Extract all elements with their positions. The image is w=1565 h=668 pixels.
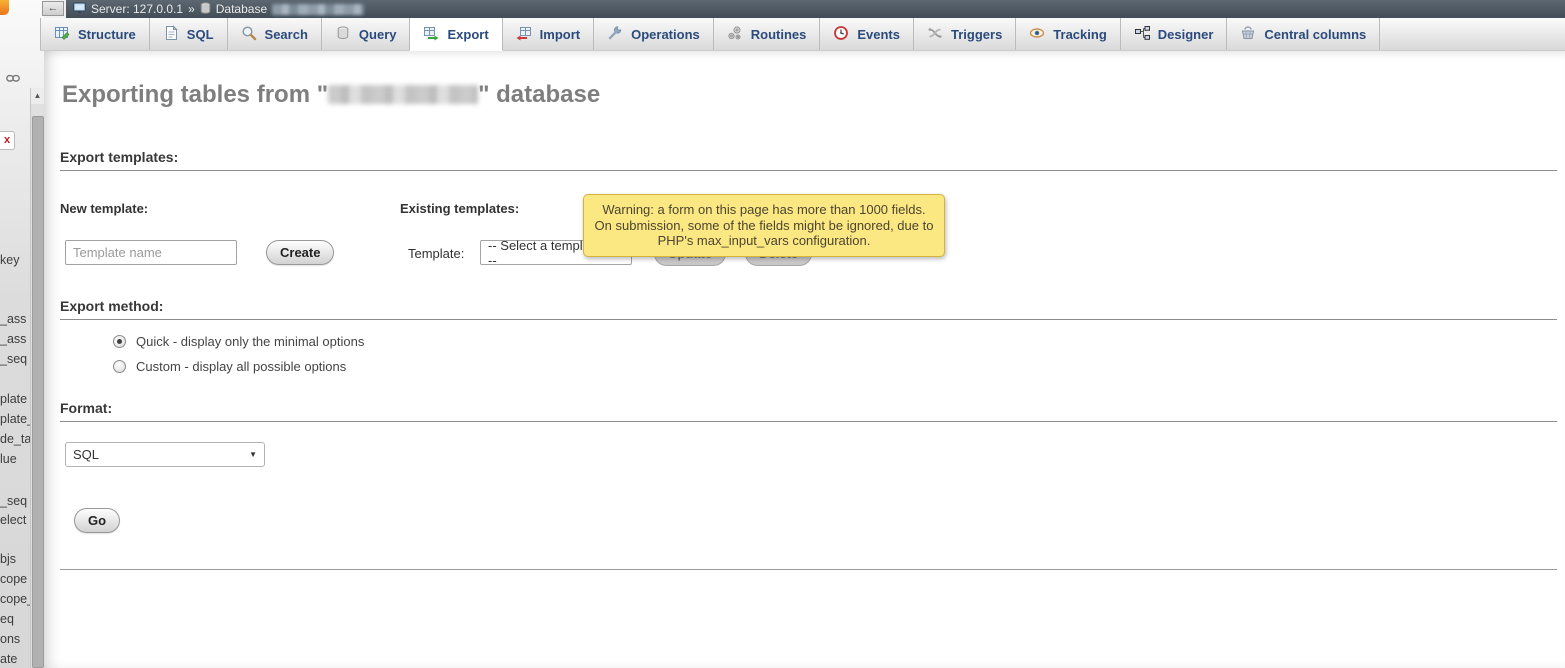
scrollbar-up-arrow-icon[interactable]: ▲ [31, 88, 44, 104]
nav-item-fragment[interactable]: lue [0, 452, 30, 466]
format-select-value: SQL [73, 447, 99, 462]
nav-item-fragment[interactable]: bjs [0, 552, 30, 566]
routines-icon [727, 25, 743, 44]
nav-item-fragment[interactable]: eq [0, 612, 30, 626]
breadcrumb-database[interactable]: Database [216, 2, 267, 16]
export-method-heading: Export method: [60, 298, 1557, 320]
tab-designer[interactable]: Designer [1121, 18, 1228, 50]
radio-custom[interactable] [113, 360, 126, 373]
export-method-option-quick: Quick - display only the minimal options [113, 332, 364, 350]
tab-label: Query [359, 27, 397, 42]
section-divider [60, 569, 1557, 570]
page-title-prefix: Exporting tables from " [62, 81, 328, 108]
nav-item-fragment[interactable]: plate_ [0, 412, 30, 426]
events-icon [833, 25, 849, 44]
database-tab-bar: Structure SQL Search Query Export Import… [40, 18, 1565, 51]
template-label: Template: [408, 246, 464, 261]
back-button[interactable]: ← [42, 1, 64, 16]
tracking-icon [1029, 25, 1045, 44]
existing-templates-label: Existing templates: [400, 201, 519, 216]
nav-item-fragment[interactable]: cope [0, 572, 30, 586]
tab-central-columns[interactable]: Central columns [1227, 18, 1380, 50]
operations-icon [607, 25, 623, 44]
tab-triggers[interactable]: Triggers [914, 18, 1016, 50]
triggers-icon [927, 25, 943, 44]
go-button[interactable]: Go [74, 508, 120, 533]
nav-item-fragment[interactable]: _seq [0, 494, 30, 508]
format-select[interactable]: SQL ▼ [65, 442, 265, 467]
radio-quick[interactable] [113, 335, 126, 348]
max-input-vars-warning-tooltip: Warning: a form on this page has more th… [583, 194, 945, 257]
search-icon [241, 25, 257, 44]
nav-item-fragment[interactable]: plate [0, 392, 30, 406]
sidebar-scrollbar[interactable]: ▲ [30, 88, 44, 668]
radio-quick-label[interactable]: Quick - display only the minimal options [136, 334, 364, 349]
radio-custom-label[interactable]: Custom - display all possible options [136, 359, 346, 374]
tab-label: Central columns [1264, 27, 1366, 42]
tab-operations[interactable]: Operations [594, 18, 714, 50]
tab-label: Operations [631, 27, 700, 42]
tab-label: Designer [1158, 27, 1214, 42]
export-icon [423, 25, 439, 44]
nav-item-fragment[interactable]: _seq [0, 352, 30, 366]
nav-item-fragment[interactable]: _ass [0, 312, 30, 326]
nav-item-fragment[interactable]: _ass [0, 332, 30, 346]
tab-export[interactable]: Export [410, 18, 502, 51]
breadcrumb-server[interactable]: Server: 127.0.0.1 [91, 2, 183, 16]
tab-label: Routines [751, 27, 807, 42]
tab-tracking[interactable]: Tracking [1016, 18, 1120, 50]
nav-item-fragment[interactable]: elect [0, 513, 30, 527]
template-name-input[interactable] [65, 240, 237, 265]
tab-label: Import [540, 27, 580, 42]
link-chain-icon [6, 71, 20, 89]
phpmyadmin-export-page: ▲ x key _ass _ass _seq plate plate_ de_t… [0, 0, 1565, 668]
tab-query[interactable]: Query [322, 18, 411, 50]
tab-label: SQL [187, 27, 214, 42]
tab-label: Export [447, 27, 488, 42]
tab-label: Events [857, 27, 900, 42]
select-dropdown-arrow-icon: ▼ [241, 450, 257, 459]
export-method-option-custom: Custom - display all possible options [113, 357, 346, 375]
central-columns-icon [1240, 25, 1256, 44]
nav-item-fragment[interactable]: key [0, 253, 30, 267]
nav-item-fragment[interactable]: ons [0, 632, 30, 646]
designer-icon [1134, 25, 1150, 44]
main-content: Exporting tables from " " database Export… [44, 51, 1565, 668]
navigation-sidebar: ▲ x key _ass _ass _seq plate plate_ de_t… [0, 0, 44, 668]
scrollbar-thumb[interactable] [32, 116, 44, 668]
page-title-suffix: " database [478, 81, 600, 108]
nav-item-fragment[interactable]: cope_ [0, 592, 30, 606]
tab-label: Search [265, 27, 308, 42]
structure-icon [54, 25, 70, 44]
create-template-button[interactable]: Create [266, 240, 334, 265]
import-icon [516, 25, 532, 44]
tab-structure[interactable]: Structure [40, 18, 150, 50]
monitor-icon [73, 2, 86, 17]
tab-events[interactable]: Events [820, 18, 914, 50]
database-icon [200, 2, 211, 17]
tab-import[interactable]: Import [503, 18, 594, 50]
tab-label: Structure [78, 27, 136, 42]
tab-sql[interactable]: SQL [150, 18, 228, 50]
tab-label: Tracking [1053, 27, 1106, 42]
page-title: Exporting tables from " " database [62, 81, 600, 109]
new-template-label: New template: [60, 201, 148, 216]
tab-search[interactable]: Search [228, 18, 322, 50]
query-icon [335, 25, 351, 44]
tab-label: Triggers [951, 27, 1002, 42]
breadcrumb-separator: » [188, 2, 195, 16]
phpmyadmin-logo-fragment [0, 0, 9, 15]
sql-icon [163, 25, 179, 44]
panel-close-button[interactable]: x [0, 131, 15, 150]
server-breadcrumb-bar: Server: 127.0.0.1 » Database [66, 0, 1565, 18]
redacted-database-name [272, 4, 364, 15]
export-templates-heading: Export templates: [60, 149, 1557, 171]
format-heading: Format: [60, 400, 1557, 422]
nav-item-fragment[interactable]: de_ta [0, 432, 30, 446]
nav-item-fragment[interactable]: ate [0, 652, 30, 666]
redacted-database-name [328, 85, 478, 104]
tab-routines[interactable]: Routines [714, 18, 821, 50]
